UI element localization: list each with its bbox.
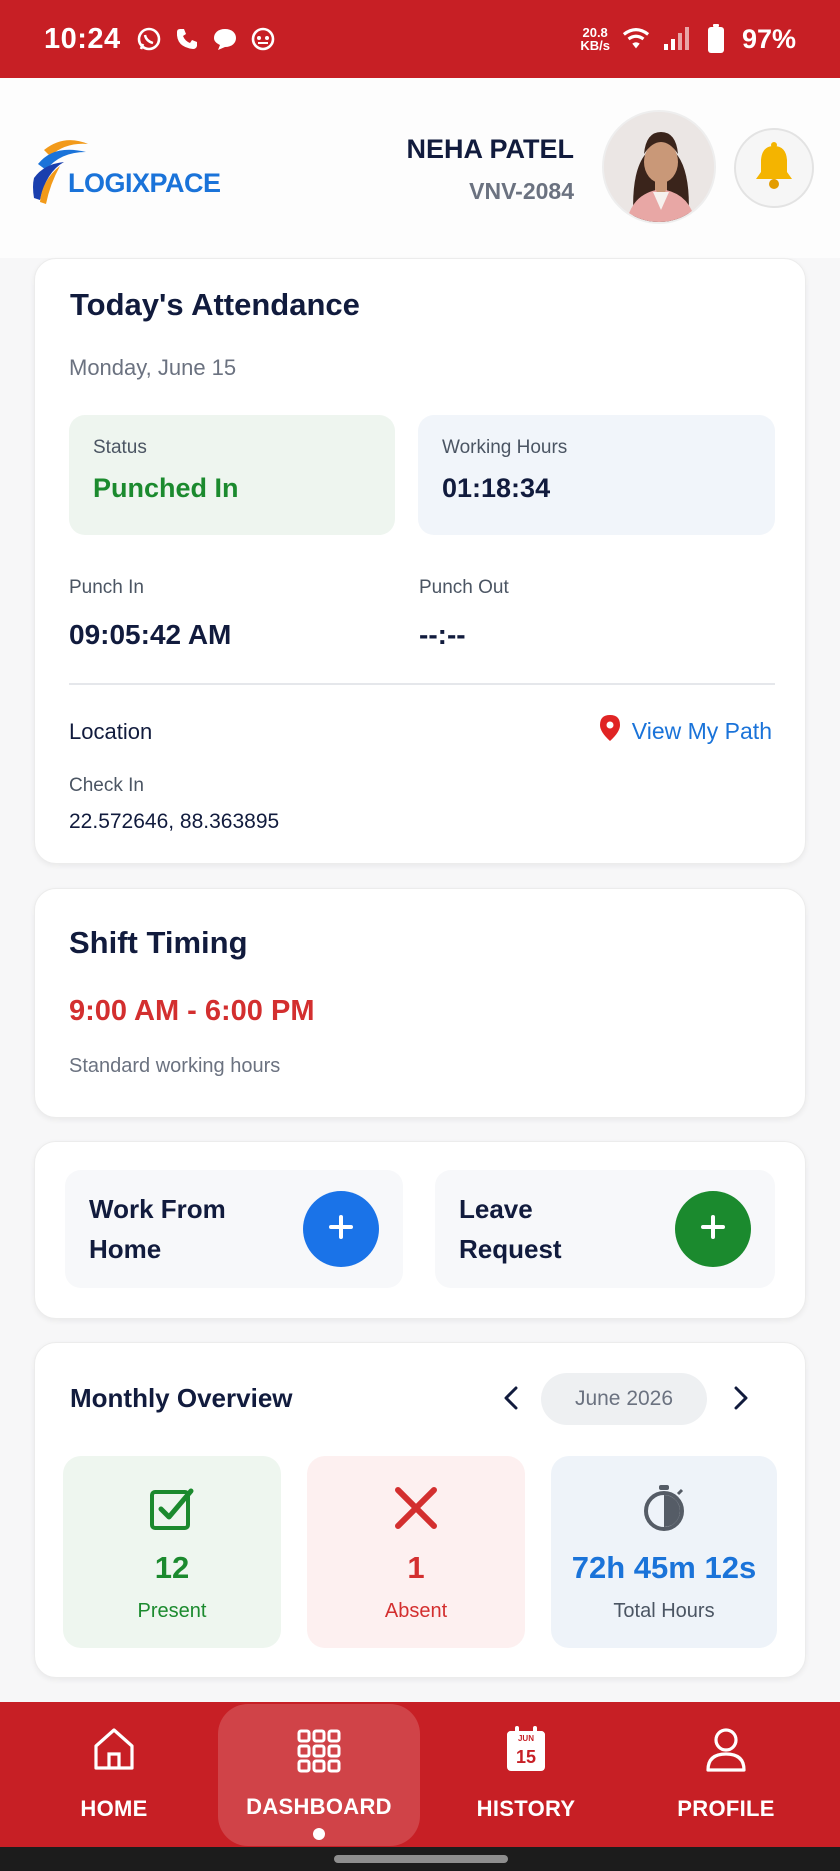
active-indicator xyxy=(313,1828,325,1840)
working-hours-value: 01:18:34 xyxy=(442,473,551,503)
attendance-title: Today's Attendance xyxy=(70,287,360,322)
chevron-right-icon xyxy=(732,1385,750,1416)
shift-title: Shift Timing xyxy=(69,925,248,960)
status-label: Status xyxy=(93,437,147,458)
company-logo: LOGIXPACE xyxy=(30,128,221,228)
user-name: NEHA PATEL xyxy=(406,134,575,164)
nav-history[interactable]: JUN 15 HISTORY xyxy=(466,1702,586,1847)
month-selector[interactable]: June 2026 xyxy=(541,1373,707,1425)
nav-home[interactable]: HOME xyxy=(54,1702,174,1847)
punch-out-label: Punch Out xyxy=(419,577,509,598)
app-header: LOGIXPACE NEHA PATEL VNV-2084 xyxy=(0,78,840,258)
calendar-icon-month: JUN xyxy=(518,1734,534,1743)
nav-dashboard[interactable]: DASHBOARD xyxy=(218,1704,420,1846)
monthly-overview-card: Monthly Overview June 2026 12 Present 1 … xyxy=(34,1342,806,1678)
location-label: Location xyxy=(69,719,153,744)
leave-request-tile[interactable]: Leave Request xyxy=(435,1170,775,1288)
calendar-icon: JUN 15 xyxy=(502,1724,550,1774)
check-in-label: Check In xyxy=(69,775,144,796)
nav-dashboard-label: DASHBOARD xyxy=(246,1794,392,1819)
notification-icons xyxy=(135,25,277,53)
nav-profile[interactable]: PROFILE xyxy=(666,1702,786,1847)
location-pin-icon xyxy=(599,715,620,747)
gesture-bar[interactable] xyxy=(334,1855,508,1863)
absent-label: Absent xyxy=(384,1600,448,1622)
notifications-button[interactable] xyxy=(734,128,814,208)
close-icon xyxy=(392,1484,440,1532)
wifi-icon xyxy=(622,25,650,53)
bell-icon xyxy=(752,141,796,195)
status-box: Status Punched In xyxy=(69,415,395,535)
working-hours-label: Working Hours xyxy=(442,437,568,458)
network-rate-unit: KB/s xyxy=(580,38,610,53)
check-in-coordinates: 22.572646, 88.363895 xyxy=(69,810,280,833)
shift-card: Shift Timing 9:00 AM - 6:00 PM Standard … xyxy=(34,888,806,1118)
total-hours-stat: 72h 45m 12s Total Hours xyxy=(551,1456,777,1648)
present-stat: 12 Present xyxy=(63,1456,281,1648)
present-value: 12 xyxy=(154,1550,190,1585)
leave-request-add-button[interactable] xyxy=(675,1191,751,1267)
total-hours-label: Total Hours xyxy=(613,1600,715,1622)
signal-icon xyxy=(662,25,690,53)
view-my-path-link[interactable]: View My Path xyxy=(599,715,772,747)
attendance-card: Today's Attendance Monday, June 15 Statu… xyxy=(34,258,806,864)
total-hours-value: 72h 45m 12s xyxy=(571,1550,757,1585)
leave-request-label-line2: Request xyxy=(459,1234,562,1264)
gesture-area xyxy=(0,1847,840,1871)
grid-icon xyxy=(295,1726,343,1776)
bottom-navigation: HOME DASHBOARD JUN 15 HISTORY PROFILE xyxy=(0,1702,840,1847)
work-from-home-label-line1: Work From xyxy=(89,1194,226,1224)
attendance-date: Monday, June 15 xyxy=(69,355,237,380)
logo-text: LOGIXPACE xyxy=(68,168,221,198)
status-bar: 10:24 20.8 KB/s 97% xyxy=(0,0,840,78)
status-value: Punched In xyxy=(93,473,239,503)
status-time: 10:24 xyxy=(44,22,121,55)
person-icon xyxy=(702,1724,750,1774)
monthly-overview-title: Monthly Overview xyxy=(70,1383,293,1413)
checkbox-checked-icon xyxy=(148,1484,196,1532)
calendar-icon-day: 15 xyxy=(516,1747,536,1767)
divider xyxy=(69,683,775,685)
stopwatch-icon xyxy=(640,1484,688,1532)
assistant-icon xyxy=(249,25,277,53)
network-rate: 20.8 KB/s xyxy=(580,26,610,52)
absent-value: 1 xyxy=(407,1550,425,1585)
home-icon xyxy=(90,1724,138,1774)
next-month-button[interactable] xyxy=(719,1375,763,1425)
view-my-path-label: View My Path xyxy=(631,717,772,744)
work-from-home-tile[interactable]: Work From Home xyxy=(65,1170,403,1288)
system-icons: 20.8 KB/s 97% xyxy=(580,24,796,55)
leave-request-label-line1: Leave xyxy=(459,1194,533,1224)
previous-month-button[interactable] xyxy=(489,1375,533,1425)
work-from-home-label-line2: Home xyxy=(89,1234,162,1264)
nav-home-label: HOME xyxy=(80,1796,148,1821)
shift-subtitle: Standard working hours xyxy=(69,1055,281,1077)
work-from-home-label: Work From Home xyxy=(89,1189,289,1269)
punch-in-label: Punch In xyxy=(69,577,144,598)
quick-actions-card: Work From Home Leave Request xyxy=(34,1141,806,1319)
shift-time: 9:00 AM - 6:00 PM xyxy=(69,995,315,1027)
absent-stat: 1 Absent xyxy=(307,1456,525,1648)
leave-request-label: Leave Request xyxy=(459,1189,659,1269)
plus-icon xyxy=(326,1212,356,1247)
nav-profile-label: PROFILE xyxy=(677,1796,775,1821)
employee-id: VNV-2084 xyxy=(469,178,574,204)
working-hours-box: Working Hours 01:18:34 xyxy=(418,415,775,535)
punch-out-value: --:-- xyxy=(419,619,466,650)
work-from-home-add-button[interactable] xyxy=(303,1191,379,1267)
phone-icon xyxy=(173,25,201,53)
message-icon xyxy=(211,25,239,53)
battery-icon xyxy=(702,24,730,53)
present-label: Present xyxy=(137,1600,207,1622)
chevron-left-icon xyxy=(502,1385,520,1416)
nav-history-label: HISTORY xyxy=(476,1796,576,1821)
plus-icon xyxy=(698,1212,728,1247)
battery-percent: 97% xyxy=(741,23,796,54)
punch-in-value: 09:05:42 AM xyxy=(69,619,232,650)
whatsapp-icon xyxy=(135,25,163,53)
avatar[interactable] xyxy=(602,110,716,224)
